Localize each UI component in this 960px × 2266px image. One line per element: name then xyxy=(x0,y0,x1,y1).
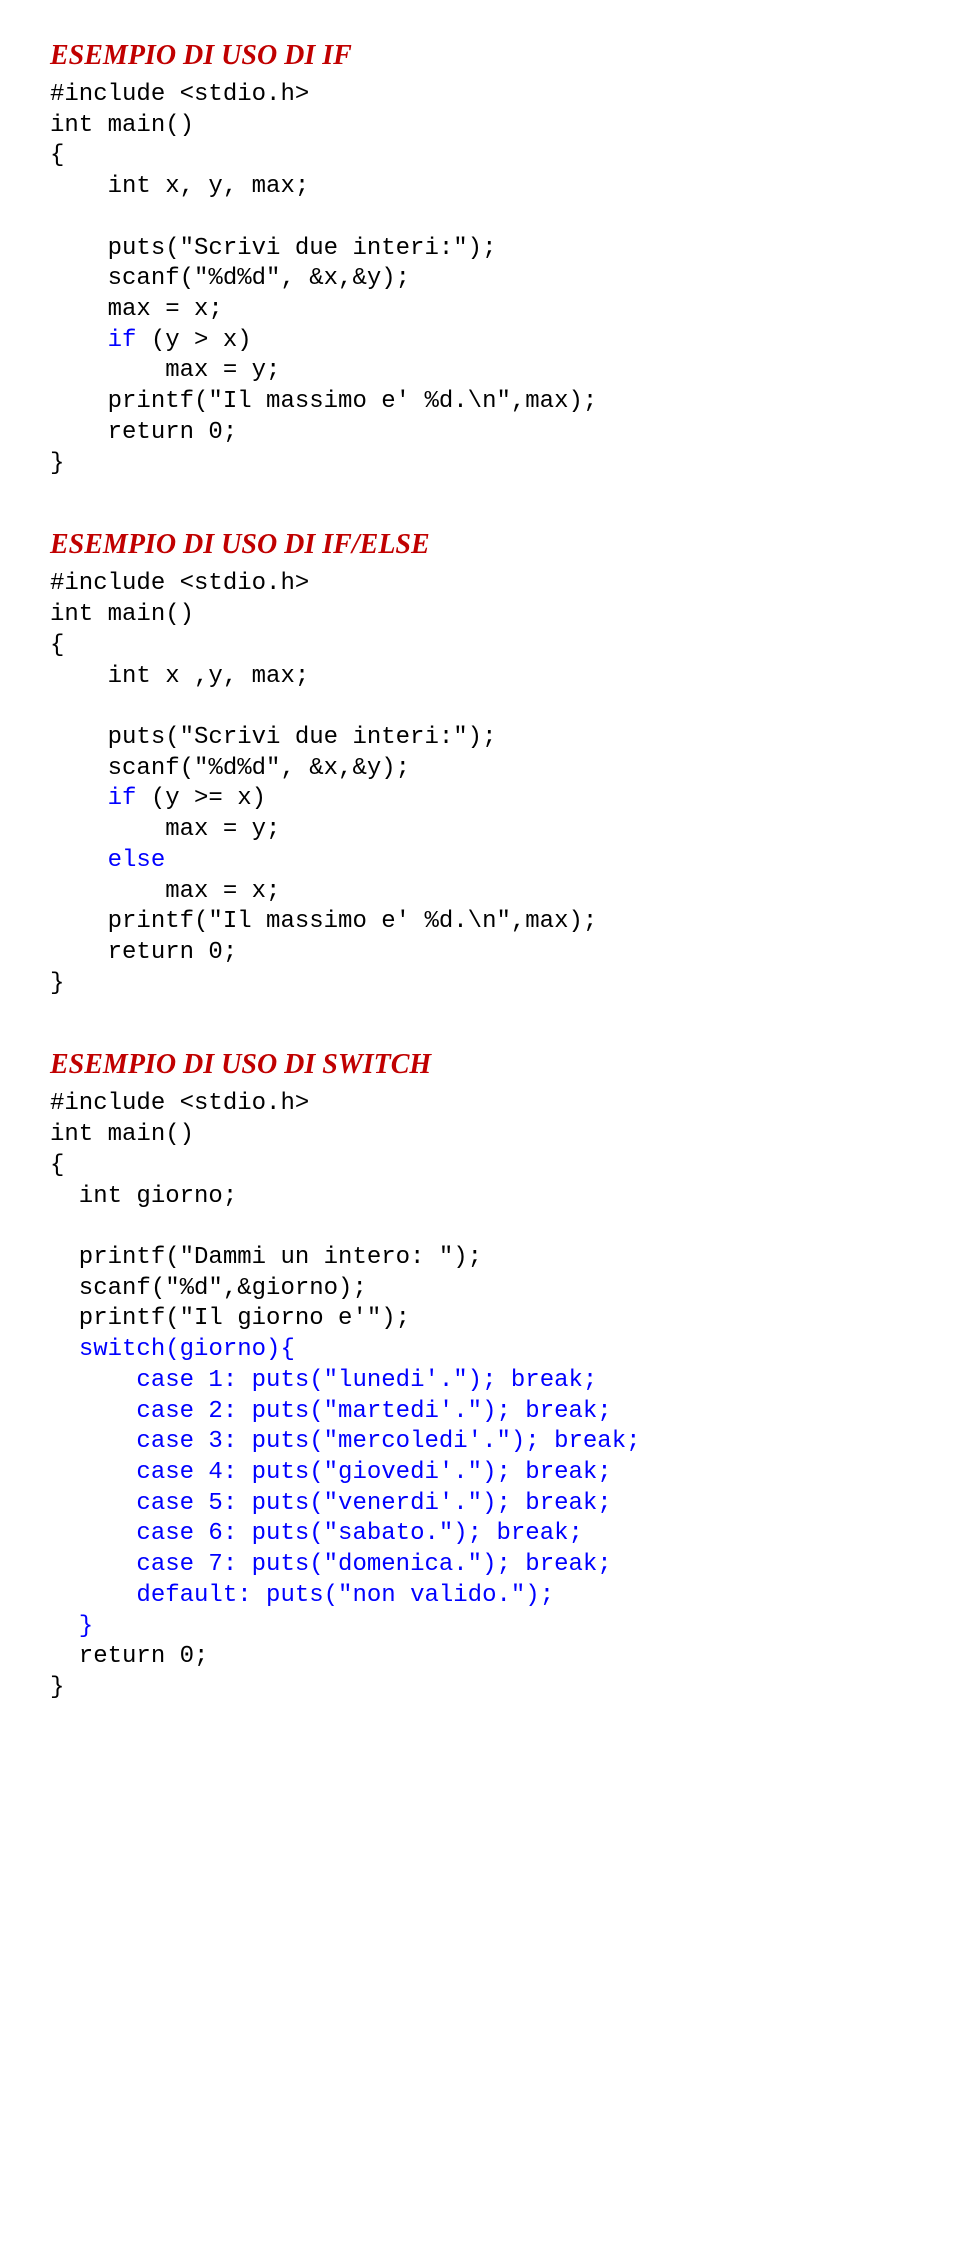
code-token: puts("domenica."); break; xyxy=(252,1551,612,1578)
code-token xyxy=(50,1367,136,1394)
code-line: #include <stdio.h> xyxy=(50,570,309,597)
code-token xyxy=(50,1551,136,1578)
code-token: if xyxy=(108,785,137,812)
code-line: max = y; xyxy=(50,816,280,843)
code-token: case 1: xyxy=(136,1367,251,1394)
code-line: printf("Il giorno e'"); xyxy=(50,1305,410,1332)
code-token xyxy=(50,1459,136,1486)
code-line: int x ,y, max; xyxy=(50,663,309,690)
code-line: max = y; xyxy=(50,357,280,384)
code-token: puts("mercoledi'."); break; xyxy=(252,1428,641,1455)
code-line: } xyxy=(50,1613,93,1640)
code-section-2: ESEMPIO DI USO DI SWITCH #include <stdio.… xyxy=(50,1049,910,1703)
code-token: if xyxy=(108,327,137,354)
code-line: scanf("%d",&giorno); xyxy=(50,1275,367,1302)
code-token: puts("giovedi'."); break; xyxy=(252,1459,612,1486)
code-token: else xyxy=(108,847,166,874)
code-token xyxy=(50,1520,136,1547)
code-block: #include <stdio.h> int main() { int gior… xyxy=(50,1089,910,1703)
code-line: int giorno; xyxy=(50,1183,237,1210)
code-line: } xyxy=(50,450,64,477)
code-token: puts("venerdi'."); break; xyxy=(252,1490,612,1517)
code-block: #include <stdio.h> int main() { int x ,y… xyxy=(50,569,910,999)
code-line: return 0; xyxy=(50,419,237,446)
code-line: #include <stdio.h> xyxy=(50,1090,309,1117)
code-line: int main() xyxy=(50,1121,194,1148)
code-token: default: xyxy=(136,1582,266,1609)
code-line: printf("Dammi un intero: "); xyxy=(50,1244,482,1271)
code-line: int main() xyxy=(50,112,194,139)
code-line: max = x; xyxy=(50,296,223,323)
code-token: case 4: xyxy=(136,1459,251,1486)
code-line: puts("Scrivi due interi:"); xyxy=(50,724,496,751)
code-token xyxy=(50,327,108,354)
code-line: scanf("%d%d", &x,&y); xyxy=(50,755,410,782)
section-heading: ESEMPIO DI USO DI IF xyxy=(50,40,910,72)
section-heading: ESEMPIO DI USO DI SWITCH xyxy=(50,1049,910,1081)
code-line: max = x; xyxy=(50,878,280,905)
code-section-0: ESEMPIO DI USO DI IF #include <stdio.h> i… xyxy=(50,40,910,479)
code-token: (y >= x) xyxy=(136,785,266,812)
code-token: puts("non valido."); xyxy=(266,1582,554,1609)
code-token: case 5: xyxy=(136,1490,251,1517)
code-token xyxy=(50,1398,136,1425)
code-token: (giorno){ xyxy=(165,1336,295,1363)
code-line: printf("Il massimo e' %d.\n",max); xyxy=(50,908,597,935)
code-token: case 2: xyxy=(136,1398,251,1425)
code-line: { xyxy=(50,632,64,659)
code-line: } xyxy=(50,1674,64,1701)
code-line: return 0; xyxy=(50,939,237,966)
code-token xyxy=(50,1428,136,1455)
code-section-1: ESEMPIO DI USO DI IF/ELSE #include <stdio… xyxy=(50,529,910,999)
code-token: (y > x) xyxy=(136,327,251,354)
code-token: puts("sabato."); break; xyxy=(252,1520,583,1547)
code-line: } xyxy=(50,970,64,997)
code-line: return 0; xyxy=(50,1643,208,1670)
code-line: int x, y, max; xyxy=(50,173,309,200)
code-line: { xyxy=(50,1152,64,1179)
code-line: #include <stdio.h> xyxy=(50,81,309,108)
code-line: int main() xyxy=(50,601,194,628)
code-token xyxy=(50,785,108,812)
code-token xyxy=(50,1336,79,1363)
code-token: case 7: xyxy=(136,1551,251,1578)
code-line: scanf("%d%d", &x,&y); xyxy=(50,265,410,292)
code-token: case 3: xyxy=(136,1428,251,1455)
code-token: case 6: xyxy=(136,1520,251,1547)
code-token xyxy=(50,1490,136,1517)
section-heading: ESEMPIO DI USO DI IF/ELSE xyxy=(50,529,910,561)
code-token: puts("martedi'."); break; xyxy=(252,1398,612,1425)
code-token xyxy=(50,847,108,874)
code-block: #include <stdio.h> int main() { int x, y… xyxy=(50,80,910,479)
code-token: puts("lunedi'."); break; xyxy=(252,1367,598,1394)
code-token xyxy=(50,1582,136,1609)
code-line: printf("Il massimo e' %d.\n",max); xyxy=(50,388,597,415)
code-line: puts("Scrivi due interi:"); xyxy=(50,235,496,262)
code-token: switch xyxy=(79,1336,165,1363)
code-line: { xyxy=(50,142,64,169)
